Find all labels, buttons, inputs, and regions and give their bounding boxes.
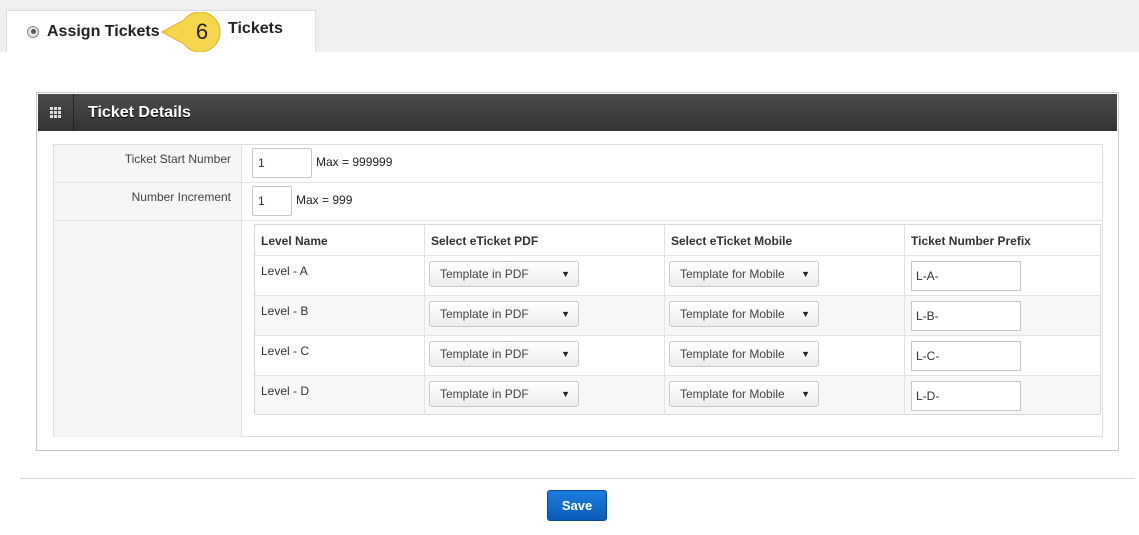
pdf-cell: Template in PDF ▼: [425, 256, 665, 295]
prefix-cell: L-A-: [905, 256, 1100, 295]
start-number-row: Ticket Start Number 1 Max = 999999: [54, 145, 1102, 183]
pdf-cell: Template in PDF ▼: [425, 296, 665, 335]
prefix-input[interactable]: L-B-: [911, 301, 1021, 331]
eticket-pdf-select[interactable]: Template in PDF ▼: [429, 261, 579, 287]
mobile-cell: Template for Mobile ▼: [665, 296, 905, 335]
increment-max-note: Max = 999: [296, 193, 353, 207]
eticket-pdf-value: Template in PDF: [440, 307, 529, 321]
eticket-mobile-select[interactable]: Template for Mobile ▼: [669, 261, 819, 287]
dropdown-caret-icon: ▼: [801, 389, 810, 399]
prefix-cell: L-B-: [905, 296, 1100, 335]
increment-label: Number Increment: [54, 183, 242, 220]
eticket-mobile-value: Template for Mobile: [680, 347, 785, 361]
level-name: Level - B: [255, 296, 425, 335]
dropdown-caret-icon: ▼: [801, 349, 810, 359]
eticket-pdf-select[interactable]: Template in PDF ▼: [429, 341, 579, 367]
header-level-name: Level Name: [255, 225, 425, 255]
eticket-pdf-select[interactable]: Template in PDF ▼: [429, 301, 579, 327]
pdf-cell: Template in PDF ▼: [425, 376, 665, 415]
level-name: Level - C: [255, 336, 425, 375]
eticket-mobile-select[interactable]: Template for Mobile ▼: [669, 381, 819, 407]
prefix-input[interactable]: L-C-: [911, 341, 1021, 371]
panel-header: Ticket Details: [38, 94, 1117, 131]
levels-table: Level Name Select eTicket PDF Select eTi…: [254, 224, 1101, 415]
eticket-pdf-value: Template in PDF: [440, 267, 529, 281]
prefix-input[interactable]: L-A-: [911, 261, 1021, 291]
increment-input[interactable]: 1: [252, 186, 292, 216]
start-number-input[interactable]: 1: [252, 148, 312, 178]
table-row: Level - A Template in PDF ▼ Template for…: [255, 255, 1100, 295]
dropdown-caret-icon: ▼: [561, 389, 570, 399]
eticket-mobile-value: Template for Mobile: [680, 387, 785, 401]
eticket-pdf-select[interactable]: Template in PDF ▼: [429, 381, 579, 407]
eticket-mobile-select[interactable]: Template for Mobile ▼: [669, 301, 819, 327]
step-callout: 6: [160, 12, 226, 52]
start-number-label: Ticket Start Number: [54, 145, 242, 182]
dropdown-caret-icon: ▼: [561, 309, 570, 319]
levels-label-cell: [54, 221, 242, 437]
mobile-cell: Template for Mobile ▼: [665, 336, 905, 375]
table-row: Level - B Template in PDF ▼ Template for…: [255, 295, 1100, 335]
eticket-pdf-value: Template in PDF: [440, 347, 529, 361]
tab-tickets-label[interactable]: Tickets: [228, 20, 283, 38]
tab-assign-tickets-label: Assign Tickets: [47, 22, 160, 40]
eticket-mobile-select[interactable]: Template for Mobile ▼: [669, 341, 819, 367]
radio-icon: [27, 25, 39, 38]
panel-title: Ticket Details: [88, 103, 191, 121]
increment-row: Number Increment 1 Max = 999: [54, 183, 1102, 221]
grid-icon: [38, 94, 74, 131]
ticket-form: Ticket Start Number 1 Max = 999999 Numbe…: [53, 144, 1103, 437]
prefix-input[interactable]: L-D-: [911, 381, 1021, 411]
level-name: Level - A: [255, 256, 425, 295]
table-row: Level - D Template in PDF ▼ Template for…: [255, 375, 1100, 415]
prefix-cell: L-C-: [905, 336, 1100, 375]
dropdown-caret-icon: ▼: [561, 349, 570, 359]
eticket-mobile-value: Template for Mobile: [680, 307, 785, 321]
dropdown-caret-icon: ▼: [801, 269, 810, 279]
dropdown-caret-icon: ▼: [561, 269, 570, 279]
mobile-cell: Template for Mobile ▼: [665, 376, 905, 415]
save-button[interactable]: Save: [547, 490, 607, 521]
header-eticket-mobile: Select eTicket Mobile: [665, 225, 905, 255]
header-eticket-pdf: Select eTicket PDF: [425, 225, 665, 255]
header-prefix: Ticket Number Prefix: [911, 234, 1031, 248]
callout-number: 6: [195, 19, 209, 44]
level-name: Level - D: [255, 376, 425, 415]
eticket-pdf-value: Template in PDF: [440, 387, 529, 401]
prefix-cell: L-D-: [905, 376, 1100, 415]
divider: [20, 478, 1135, 479]
dropdown-caret-icon: ▼: [801, 309, 810, 319]
table-row: Level - C Template in PDF ▼ Template for…: [255, 335, 1100, 375]
start-number-max-note: Max = 999999: [316, 155, 393, 169]
ticket-details-panel: Ticket Details Ticket Start Number 1 Max…: [36, 92, 1119, 451]
mobile-cell: Template for Mobile ▼: [665, 256, 905, 295]
eticket-mobile-value: Template for Mobile: [680, 267, 785, 281]
pdf-cell: Template in PDF ▼: [425, 336, 665, 375]
